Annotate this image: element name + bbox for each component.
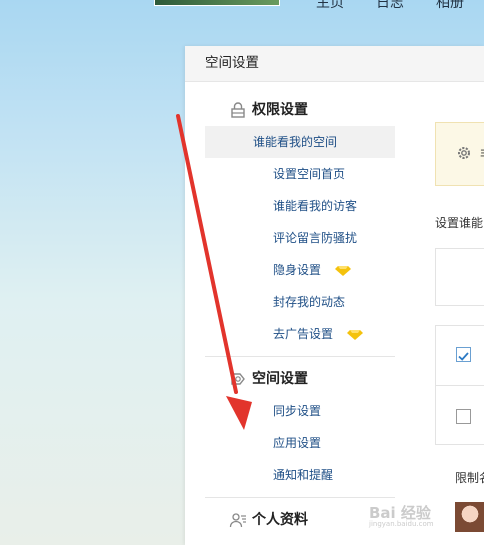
menu-remove-ads[interactable]: 去广告设置 xyxy=(205,318,395,350)
group-title-space-settings: 空间设置 xyxy=(185,363,395,395)
menu-notifications[interactable]: 通知和提醒 xyxy=(205,459,395,491)
divider xyxy=(436,385,484,386)
who-can-label: 设置谁能 xyxy=(435,216,484,230)
group-label: 权限设置 xyxy=(252,102,308,118)
divider xyxy=(205,356,395,357)
group-title-profile: 个人资料 xyxy=(185,504,395,536)
menu-label: 设置空间首页 xyxy=(273,167,346,181)
menu-label: 评论留言防骚扰 xyxy=(273,231,358,245)
nav-home[interactable]: 主页 xyxy=(316,0,344,12)
menu-label: 通知和提醒 xyxy=(273,468,334,482)
menu-sync-settings[interactable]: 同步设置 xyxy=(205,395,395,427)
menu-who-can-see-space[interactable]: 谁能看我的空间 xyxy=(205,126,395,158)
settings-content: 非 设置谁能 限制名 xyxy=(435,122,484,545)
group-title-permissions: 权限设置 xyxy=(185,94,395,126)
panel-title: 空间设置 xyxy=(185,46,484,82)
settings-sidebar: 权限设置 谁能看我的空间 设置空间首页 谁能看我的访客 评论留言防骚扰 隐身设置… xyxy=(185,82,395,536)
menu-label: 封存我的动态 xyxy=(273,295,346,309)
profile-banner-thumbnail xyxy=(154,0,280,6)
nav-blog[interactable]: 日志 xyxy=(376,0,404,12)
settings-panel: 空间设置 权限设置 谁能看我的空间 设置空间首页 谁能看我的访客 评论留言防骚扰… xyxy=(185,46,484,545)
menu-label: 同步设置 xyxy=(273,404,322,418)
checkbox-checked[interactable] xyxy=(456,347,471,362)
notice-text: 非 xyxy=(480,145,484,162)
divider xyxy=(205,497,395,498)
diamond-icon xyxy=(334,265,351,276)
checkbox-unchecked[interactable] xyxy=(456,409,471,424)
watermark-subtext: jingyan.baidu.com xyxy=(369,520,434,528)
lock-icon xyxy=(231,102,245,118)
menu-who-can-see-visitors[interactable]: 谁能看我的访客 xyxy=(205,190,395,222)
menu-archive-feed[interactable]: 封存我的动态 xyxy=(205,286,395,318)
option-box xyxy=(435,248,484,306)
menu-label: 隐身设置 xyxy=(273,263,322,277)
menu-app-settings[interactable]: 应用设置 xyxy=(205,427,395,459)
top-navigation: 主页 日志 相册 xyxy=(316,0,464,12)
watermark: Bai 经验 jingyan.baidu.com xyxy=(369,502,481,528)
menu-set-homepage[interactable]: 设置空间首页 xyxy=(205,158,395,190)
menu-comment-antispam[interactable]: 评论留言防骚扰 xyxy=(205,222,395,254)
gear-icon xyxy=(458,147,470,159)
checkbox-group xyxy=(435,325,484,445)
menu-label: 应用设置 xyxy=(273,436,322,450)
group-label: 个人资料 xyxy=(252,512,308,528)
notice-banner: 非 xyxy=(435,122,484,186)
menu-label: 去广告设置 xyxy=(273,327,334,341)
menu-label: 谁能看我的访客 xyxy=(273,199,358,213)
check-icon xyxy=(458,352,469,361)
limit-label: 限制名 xyxy=(455,471,484,485)
group-label: 空间设置 xyxy=(252,371,308,387)
menu-invisible-settings[interactable]: 隐身设置 xyxy=(205,254,395,286)
settings-icon xyxy=(231,373,245,385)
nav-album[interactable]: 相册 xyxy=(436,0,464,12)
menu-label: 谁能看我的空间 xyxy=(253,135,338,149)
diamond-icon xyxy=(346,329,363,340)
profile-icon xyxy=(229,513,246,528)
